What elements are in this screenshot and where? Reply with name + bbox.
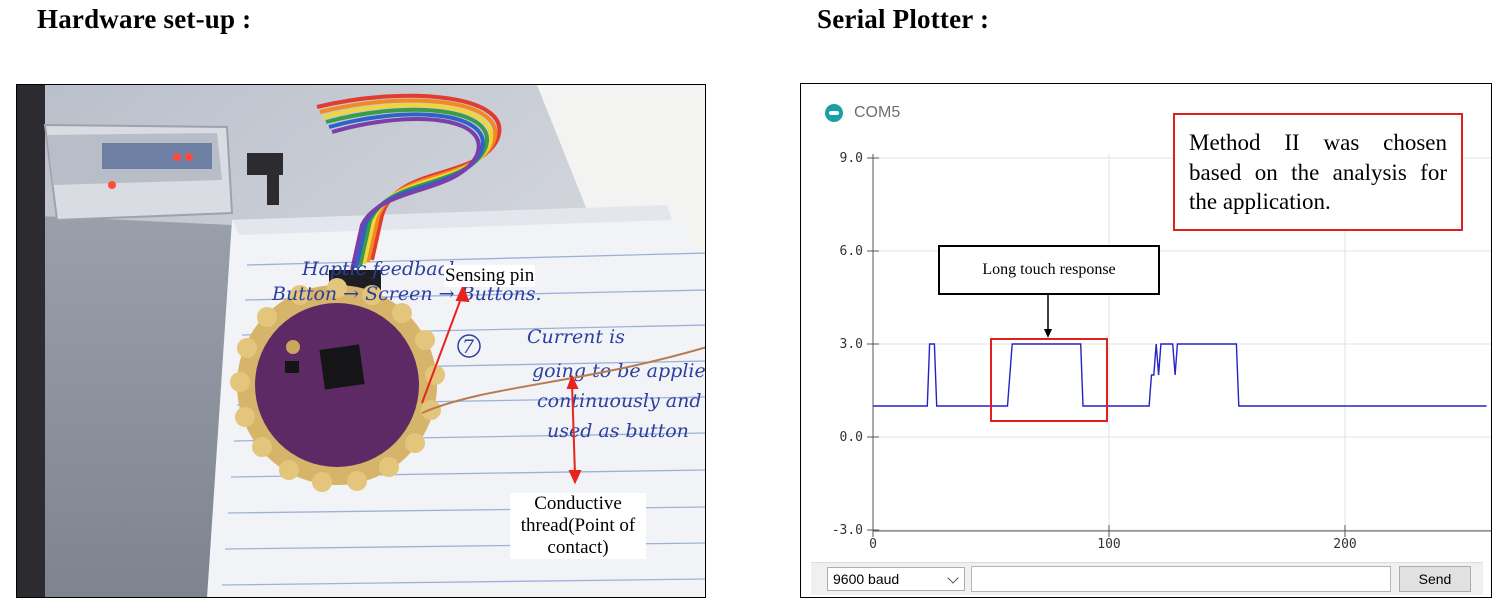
- port-label: COM5: [854, 104, 901, 121]
- arduino-logo-icon: [825, 104, 843, 122]
- serial-send-input[interactable]: [971, 566, 1391, 592]
- baud-rate-select[interactable]: 9600 baud: [827, 567, 965, 591]
- y-tick-label: 6.0: [840, 244, 863, 259]
- handwriting-line-1: Haptic feedback: [301, 258, 460, 280]
- handwriting-line-4: going to be applied: [532, 360, 706, 382]
- port-header: COM5: [825, 102, 900, 124]
- plotter-toolbar: 9600 baud Send: [811, 562, 1483, 595]
- conductive-thread-label: Conductive thread(Point of contact): [510, 493, 646, 559]
- handwriting-line-3: Current is: [527, 326, 625, 348]
- serial-plotter-heading: Serial Plotter :: [817, 4, 990, 34]
- send-button[interactable]: Send: [1399, 566, 1471, 592]
- serial-plotter-window: 9.0 6.0 3.0 0.0 -3.0 0 100 200 COM5 Method II w…: [800, 83, 1492, 598]
- handwriting-line-6: used as button: [547, 420, 689, 442]
- desk-left: [17, 215, 232, 597]
- handwriting-line-5: continuously and: [537, 390, 702, 412]
- dark-edge: [17, 85, 45, 597]
- x-tick-label: 200: [1333, 537, 1356, 552]
- chevron-down-icon: [947, 572, 959, 584]
- sensing-pin-label: Sensing pin: [444, 265, 536, 287]
- y-tick-label: -3.0: [832, 523, 863, 538]
- hardware-setup-heading: Hardware set-up :: [37, 4, 252, 34]
- y-tick-label: 3.0: [840, 337, 863, 352]
- hardware-photo: Haptic feedback Button → Screen → Button…: [16, 84, 706, 598]
- y-tick-label: 0.0: [840, 430, 863, 445]
- y-tick-label: 9.0: [840, 151, 863, 166]
- x-tick-label: 0: [869, 537, 877, 552]
- method-note-box: Method II was chosen based on the analys…: [1173, 113, 1463, 231]
- x-tick-label: 100: [1097, 537, 1120, 552]
- long-touch-label: Long touch response: [938, 245, 1160, 295]
- baud-rate-value: 9600 baud: [833, 571, 900, 587]
- handwriting-number: 7: [462, 336, 475, 358]
